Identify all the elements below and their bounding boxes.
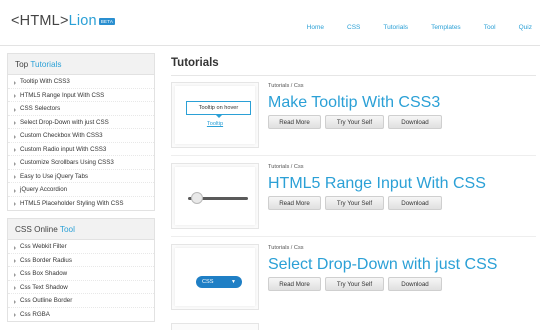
sidebar-item-custom-checkbox[interactable]: Custom Checkbox With CSS3 bbox=[8, 129, 154, 143]
card-info: Tutorials / Css HTML5 Range Input With C… bbox=[268, 163, 536, 210]
nav-css[interactable]: CSS bbox=[347, 24, 360, 31]
tutorials-list: Tooltip With CSS3 HTML5 Range Input With… bbox=[8, 75, 154, 210]
preview-thumbnail[interactable]: CSS ▼ bbox=[171, 244, 259, 310]
panel-title: CSS Online Tool bbox=[8, 219, 154, 240]
sidebar-item-tooltip[interactable]: Tooltip With CSS3 bbox=[8, 75, 154, 89]
beta-badge: BETA bbox=[98, 18, 116, 25]
card-actions: Read More Try Your Self Download bbox=[268, 115, 446, 129]
read-more-button[interactable]: Read More bbox=[268, 115, 321, 129]
read-more-button[interactable]: Read More bbox=[268, 196, 321, 210]
tooltip-preview: Tooltip on hover bbox=[186, 101, 251, 118]
panel-title-accent: Tutorials bbox=[30, 60, 62, 69]
sidebar: Top Tutorials Tooltip With CSS3 HTML5 Ra… bbox=[7, 53, 155, 329]
next-preview-thumbnail[interactable] bbox=[171, 323, 259, 330]
sidebar-item-outline-border[interactable]: Css Outline Border bbox=[8, 294, 154, 308]
breadcrumb: Tutorials / Css bbox=[268, 83, 304, 89]
card-title[interactable]: Make Tooltip With CSS3 bbox=[268, 93, 536, 112]
sidebar-item-range-input[interactable]: HTML5 Range Input With CSS bbox=[8, 89, 154, 102]
panel-title-prefix: Top bbox=[15, 60, 31, 69]
top-tutorials-panel: Top Tutorials Tooltip With CSS3 HTML5 Ra… bbox=[7, 53, 155, 211]
sidebar-item-rgba[interactable]: Css RGBA bbox=[8, 308, 154, 322]
main-nav: Home CSS Tutorials Templates Tool Quiz bbox=[284, 24, 532, 31]
page-title: Tutorials bbox=[171, 57, 219, 69]
card-info: Tutorials / Css Select Drop-Down with ju… bbox=[268, 244, 536, 291]
breadcrumb: Tutorials / Css bbox=[268, 245, 304, 251]
tutorial-card-select: CSS ▼ Tutorials / Css Select Drop-Down w… bbox=[171, 244, 536, 312]
download-button[interactable]: Download bbox=[388, 115, 442, 129]
preview-thumbnail[interactable]: Tooltip on hover Tooltip bbox=[171, 82, 259, 148]
try-your-self-button[interactable]: Try Your Self bbox=[325, 115, 384, 129]
read-more-button[interactable]: Read More bbox=[268, 277, 321, 291]
sidebar-item-box-shadow[interactable]: Css Box Shadow bbox=[8, 267, 154, 281]
try-your-self-button[interactable]: Try Your Self bbox=[325, 196, 384, 210]
logo-html-text: <HTML> bbox=[11, 13, 69, 29]
site-logo[interactable]: <HTML>Lion BETA bbox=[11, 13, 116, 29]
sidebar-item-css-selectors[interactable]: CSS Selectors bbox=[8, 102, 154, 116]
panel-title: Top Tutorials bbox=[8, 54, 154, 75]
card-actions: Read More Try Your Self Download bbox=[268, 196, 446, 210]
sidebar-item-jquery-accordion[interactable]: jQuery Accordion bbox=[8, 183, 154, 197]
select-preview-value: CSS bbox=[202, 279, 214, 285]
sidebar-item-placeholder-styling[interactable]: HTML5 Placeholder Styling With CSS bbox=[8, 197, 154, 211]
preview-frame: Tooltip on hover Tooltip bbox=[175, 86, 255, 144]
try-your-self-button[interactable]: Try Your Self bbox=[325, 277, 384, 291]
top-bar: <HTML>Lion BETA Home CSS Tutorials Templa… bbox=[0, 0, 540, 46]
nav-tutorials[interactable]: Tutorials bbox=[383, 24, 408, 31]
tutorial-card-range: Tutorials / Css HTML5 Range Input With C… bbox=[171, 163, 536, 237]
panel-title-accent: Tool bbox=[59, 225, 75, 234]
tooltip-preview-link: Tooltip bbox=[206, 121, 224, 127]
nav-templates[interactable]: Templates bbox=[431, 24, 461, 31]
card-title[interactable]: Select Drop-Down with just CSS bbox=[268, 255, 536, 274]
nav-tool[interactable]: Tool bbox=[484, 24, 496, 31]
tools-list: Css Webkit Filter Css Border Radius Css … bbox=[8, 240, 154, 321]
sidebar-item-custom-radio[interactable]: Custom Radio input With CSS3 bbox=[8, 143, 154, 156]
sidebar-item-border-radius[interactable]: Css Border Radius bbox=[8, 254, 154, 267]
css-online-tool-panel: CSS Online Tool Css Webkit Filter Css Bo… bbox=[7, 218, 155, 322]
sidebar-item-jquery-tabs[interactable]: Easy to Use jQuery Tabs bbox=[8, 170, 154, 183]
tutorial-card-tooltip: Tooltip on hover Tooltip Tutorials / Css… bbox=[171, 82, 536, 156]
card-actions: Read More Try Your Self Download bbox=[268, 277, 446, 291]
nav-home[interactable]: Home bbox=[307, 24, 324, 31]
preview-frame bbox=[175, 167, 255, 225]
range-thumb-preview bbox=[191, 192, 203, 204]
breadcrumb: Tutorials / Css bbox=[268, 164, 304, 170]
card-divider bbox=[171, 236, 536, 237]
download-button[interactable]: Download bbox=[388, 277, 442, 291]
sidebar-item-select-dropdown[interactable]: Select Drop-Down with just CSS bbox=[8, 116, 154, 129]
sidebar-item-scrollbars[interactable]: Customize Scrollbars Using CSS3 bbox=[8, 156, 154, 170]
sidebar-item-webkit-filter[interactable]: Css Webkit Filter bbox=[8, 240, 154, 254]
logo-lion-text: Lion bbox=[68, 13, 97, 29]
panel-title-prefix: CSS Online bbox=[15, 225, 60, 234]
nav-quiz[interactable]: Quiz bbox=[519, 24, 532, 31]
card-divider bbox=[171, 155, 536, 156]
divider bbox=[171, 75, 536, 76]
card-title[interactable]: HTML5 Range Input With CSS bbox=[268, 174, 536, 193]
card-info: Tutorials / Css Make Tooltip With CSS3 R… bbox=[268, 82, 536, 129]
preview-frame: CSS ▼ bbox=[175, 248, 255, 306]
chevron-down-icon: ▼ bbox=[231, 279, 236, 285]
preview-thumbnail[interactable] bbox=[171, 163, 259, 229]
select-preview: CSS ▼ bbox=[196, 276, 242, 288]
sidebar-item-text-shadow[interactable]: Css Text Shadow bbox=[8, 281, 154, 294]
download-button[interactable]: Download bbox=[388, 196, 442, 210]
